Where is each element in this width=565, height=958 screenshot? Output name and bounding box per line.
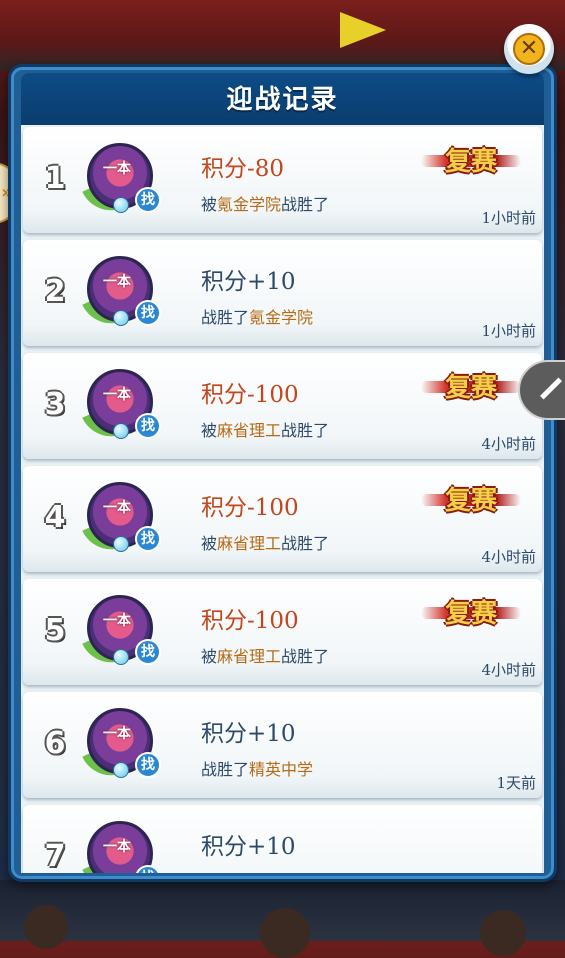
description-prefix: 被 — [201, 195, 218, 214]
close-button[interactable]: ✕ — [504, 24, 554, 74]
rematch-label: 复赛 — [444, 599, 497, 629]
record-rank: 4 — [44, 500, 66, 535]
record-row[interactable]: 7 一本找 积分+10 — [23, 805, 542, 873]
score-change: 积分+10 — [201, 269, 296, 295]
description-prefix: 战胜了 — [201, 760, 250, 779]
find-badge[interactable]: 找 — [135, 639, 161, 665]
rematch-button[interactable]: 复赛 — [421, 482, 521, 520]
school-name: 麻省理工 — [217, 421, 282, 440]
record-rank: 5 — [44, 613, 66, 648]
background-character — [260, 908, 310, 958]
emblem-label: 一本 — [103, 613, 131, 629]
record-rank: 3 — [44, 387, 66, 422]
emblem-label: 一本 — [103, 839, 131, 855]
opponent-avatar[interactable]: 一本找 — [82, 254, 161, 334]
record-rank: 2 — [44, 274, 66, 309]
orb-icon — [113, 310, 129, 326]
find-badge[interactable]: 找 — [135, 526, 161, 552]
find-badge[interactable]: 找 — [135, 413, 161, 439]
record-time: 4小时前 — [481, 435, 536, 453]
description-suffix: 战胜了 — [281, 421, 330, 440]
record-row[interactable]: 6 一本找 积分+10 战胜了精英中学 1天前 — [23, 692, 542, 798]
rematch-button[interactable]: 复赛 — [421, 595, 521, 633]
school-name: 麻省理工 — [217, 534, 282, 553]
rematch-button[interactable]: 复赛 — [421, 143, 521, 181]
record-rank: 1 — [44, 161, 66, 196]
description-prefix: 被 — [201, 421, 218, 440]
score-change: 积分+10 — [201, 721, 296, 747]
record-row[interactable]: 5 一本找 积分-100 被麻省理工战胜了 4小时前 复赛 — [23, 579, 542, 685]
emblem-label: 一本 — [103, 726, 131, 742]
find-badge[interactable]: 找 — [135, 300, 161, 326]
school-name: 麻省理工 — [217, 647, 282, 666]
record-rank: 6 — [44, 726, 66, 761]
battle-description: 被麻省理工战胜了 — [201, 417, 329, 441]
orb-icon — [113, 649, 129, 665]
background-character — [480, 910, 526, 956]
close-icon: ✕ — [513, 33, 545, 65]
description-prefix: 被 — [201, 534, 218, 553]
emblem-label: 一本 — [103, 274, 131, 290]
orb-icon — [113, 423, 129, 439]
record-time: 4小时前 — [481, 548, 536, 566]
record-time: 1小时前 — [481, 322, 536, 340]
battle-description: 战胜了氪金学院 — [201, 304, 313, 328]
score-change: 积分+10 — [201, 834, 296, 860]
emblem-label: 一本 — [103, 500, 131, 516]
school-name: 氪金学院 — [249, 308, 314, 327]
description-prefix: 战胜了 — [201, 308, 250, 327]
battle-description: 被氪金学院战胜了 — [201, 191, 329, 215]
score-change: 积分-100 — [201, 382, 299, 408]
rematch-label: 复赛 — [444, 373, 497, 403]
opponent-avatar[interactable]: 一本找 — [82, 706, 161, 786]
record-row[interactable]: 1 一本找 积分-80 被氪金学院战胜了 1小时前 复赛 — [23, 127, 542, 233]
pencil-icon — [540, 377, 562, 400]
emblem-label: 一本 — [103, 161, 131, 177]
background-stage — [0, 0, 565, 70]
background-flag — [340, 12, 386, 48]
find-badge[interactable]: 找 — [135, 752, 161, 778]
score-change: 积分-80 — [201, 156, 285, 182]
battle-description: 战胜了精英中学 — [201, 756, 313, 780]
orb-icon — [113, 762, 129, 778]
record-rank: 7 — [44, 839, 66, 873]
description-prefix: 被 — [201, 647, 218, 666]
opponent-avatar[interactable]: 一本找 — [82, 367, 161, 447]
score-change: 积分-100 — [201, 608, 299, 634]
record-row[interactable]: 3 一本找 积分-100 被麻省理工战胜了 4小时前 复赛 — [23, 353, 542, 459]
battle-description: 被麻省理工战胜了 — [201, 643, 329, 667]
record-list[interactable]: 1 一本找积分-80 被氪金学院战胜了 1小时前 复赛 2 一本找积分+10 战胜了氪金学院 1… — [21, 125, 544, 873]
record-time: 4小时前 — [481, 661, 536, 679]
description-suffix: 战胜了 — [281, 534, 330, 553]
description-suffix: 战胜了 — [281, 647, 330, 666]
rematch-label: 复赛 — [444, 486, 497, 516]
dialog-title: 迎战记录 — [226, 85, 339, 115]
record-row[interactable]: 2 一本找 积分+10 战胜了氪金学院 1小时前 — [23, 240, 542, 346]
school-name: 氪金学院 — [217, 195, 282, 214]
battle-description: 被麻省理工战胜了 — [201, 530, 329, 554]
opponent-avatar[interactable]: 一本找 — [82, 593, 161, 673]
record-time: 1天前 — [496, 774, 536, 792]
school-name: 精英中学 — [249, 760, 314, 779]
background-character — [24, 905, 68, 949]
opponent-avatar[interactable]: 一本找 — [82, 819, 161, 873]
emblem-label: 一本 — [103, 387, 131, 403]
rematch-button[interactable]: 复赛 — [421, 369, 521, 407]
orb-icon — [113, 536, 129, 552]
opponent-avatar[interactable]: 一本找 — [82, 141, 161, 221]
record-row[interactable]: 4 一本找 积分-100 被麻省理工战胜了 4小时前 复赛 — [23, 466, 542, 572]
score-change: 积分-100 — [201, 495, 299, 521]
dialog-header: 迎战记录 — [21, 73, 544, 125]
rematch-label: 复赛 — [444, 147, 497, 177]
opponent-avatar[interactable]: 一本找 — [82, 480, 161, 560]
orb-icon — [113, 197, 129, 213]
record-time: 1小时前 — [481, 209, 536, 227]
description-suffix: 战胜了 — [281, 195, 330, 214]
find-badge[interactable]: 找 — [135, 187, 161, 213]
battle-record-dialog: 迎战记录 1 一本找积分-80 被氪金学院战胜了 1小时前 复赛 2 一本找积分+10 战胜了… — [8, 64, 557, 882]
